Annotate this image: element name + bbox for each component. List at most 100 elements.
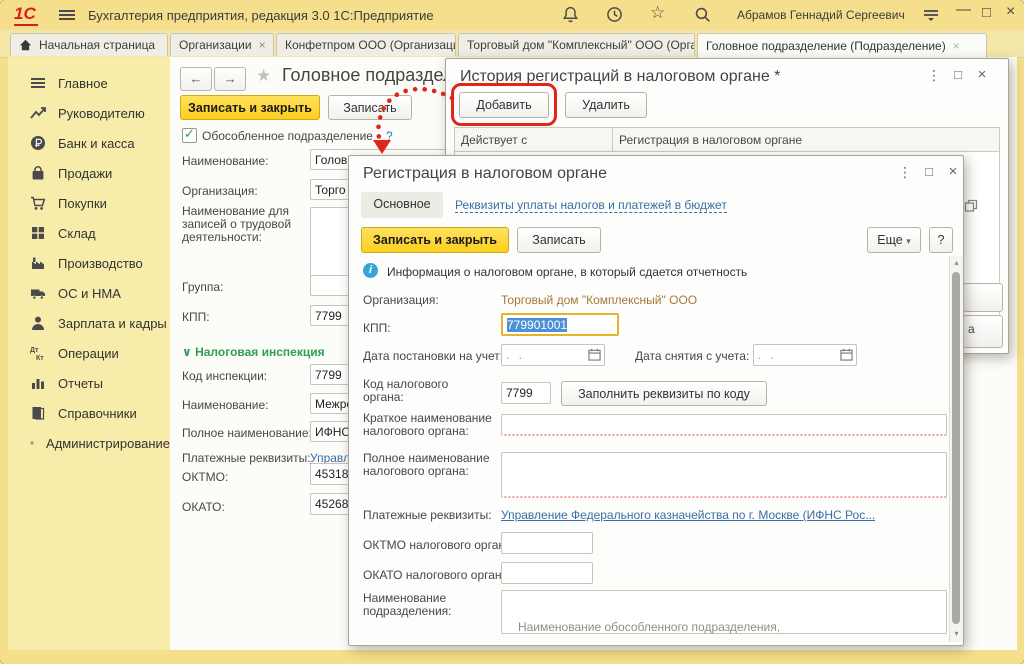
fill-by-code-button[interactable]: Заполнить реквизиты по коду bbox=[561, 381, 767, 406]
sidebar-label: ОС и НМА bbox=[58, 286, 121, 301]
registration-dialog-title: Регистрация в налоговом органе bbox=[363, 165, 607, 183]
sidebar-item-operations[interactable]: ДтКт Операции bbox=[8, 339, 170, 367]
factory-icon bbox=[30, 255, 46, 271]
main-menu-icon[interactable] bbox=[58, 7, 76, 28]
ruble-icon bbox=[30, 135, 46, 151]
maximize-button[interactable]: □ bbox=[982, 4, 991, 21]
bag-icon bbox=[30, 165, 46, 181]
save-button[interactable]: Записать bbox=[328, 95, 412, 120]
date-placeholder: . . bbox=[506, 348, 525, 362]
tab-requisites-link[interactable]: Реквизиты уплаты налогов и платежей в бю… bbox=[455, 198, 727, 213]
info-icon: i bbox=[363, 263, 378, 278]
save-button[interactable]: Записать bbox=[517, 227, 601, 253]
okato-label: ОКАТО налогового органа: bbox=[363, 568, 512, 582]
division-hint-text: Наименование обособленного подразделения… bbox=[349, 620, 949, 634]
close-window-button[interactable]: × bbox=[1006, 3, 1015, 21]
sidebar-item-purchases[interactable]: Покупки bbox=[8, 189, 170, 217]
person-icon bbox=[30, 315, 46, 331]
search-icon[interactable] bbox=[694, 6, 712, 24]
back-button[interactable]: ← bbox=[180, 67, 212, 91]
calendar-icon[interactable] bbox=[588, 348, 601, 364]
dialog-close-icon[interactable]: × bbox=[974, 66, 990, 83]
okato-label: ОКАТО: bbox=[182, 500, 225, 514]
chart-icon bbox=[30, 375, 46, 391]
open-in-window-icon[interactable] bbox=[964, 199, 978, 218]
chevron-down-icon: ∨ bbox=[182, 345, 192, 359]
tab-label: Начальная страница bbox=[39, 38, 155, 52]
favorites-star-icon[interactable]: ☆ bbox=[650, 3, 665, 23]
dialog-maximize-icon[interactable]: □ bbox=[950, 67, 966, 82]
dialog-close-icon[interactable]: × bbox=[945, 163, 961, 180]
column-registration[interactable]: Регистрация в налоговом органе bbox=[613, 128, 999, 151]
column-valid-from[interactable]: Действует с bbox=[455, 128, 613, 151]
short-name-input[interactable] bbox=[501, 414, 947, 436]
favorite-star-icon[interactable]: ★ bbox=[256, 66, 271, 86]
short-name-label: Краткое наименование налогового органа: bbox=[363, 412, 493, 438]
dialog-maximize-icon[interactable]: □ bbox=[921, 164, 937, 179]
oktmo-input[interactable] bbox=[501, 532, 593, 554]
sidebar-label: Администрирование bbox=[46, 436, 170, 451]
dialog-menu-icon[interactable]: ⋮ bbox=[897, 164, 913, 181]
oktmo-label: ОКТМО: bbox=[182, 470, 228, 484]
tab-label: Торговый дом "Комплексный" ООО (Организа… bbox=[467, 38, 695, 52]
sidebar-item-sales[interactable]: Продажи bbox=[8, 159, 170, 187]
tab-close-icon[interactable]: × bbox=[953, 39, 960, 53]
notifications-bell-icon[interactable] bbox=[562, 6, 580, 24]
separate-division-checkbox[interactable]: ✓ bbox=[182, 128, 197, 143]
tab-head-division[interactable]: Головное подразделение (Подразделение) × bbox=[697, 33, 987, 58]
scroll-down-icon[interactable]: ▾ bbox=[950, 629, 963, 638]
delete-button[interactable]: Удалить bbox=[565, 92, 647, 118]
current-user[interactable]: Абрамов Геннадий Сергеевич bbox=[737, 8, 905, 22]
payment-details-link[interactable]: Управление Федерального казначейства по … bbox=[501, 508, 875, 522]
save-close-button[interactable]: Записать и закрыть bbox=[361, 227, 509, 253]
sidebar-item-production[interactable]: Производство bbox=[8, 249, 170, 277]
history-clock-icon[interactable] bbox=[606, 6, 624, 24]
sidebar-label: Покупки bbox=[58, 196, 107, 211]
vertical-scrollbar[interactable]: ▴ ▾ bbox=[949, 256, 963, 642]
organization-label: Организация: bbox=[363, 293, 439, 307]
date-placeholder: . . bbox=[758, 348, 777, 362]
full-name-label: Полное наименование налогового органа: bbox=[363, 452, 493, 478]
registration-date-input[interactable]: . . bbox=[501, 344, 605, 366]
help-mark[interactable]: ? bbox=[386, 129, 393, 143]
sidebar-item-manager[interactable]: Руководителю bbox=[8, 99, 170, 127]
history-table-header[interactable]: Действует с Регистрация в налоговом орга… bbox=[454, 127, 1000, 152]
sidebar-item-bank[interactable]: Банк и касса bbox=[8, 129, 170, 157]
sidebar-item-payroll[interactable]: Зарплата и кадры bbox=[8, 309, 170, 337]
save-close-button[interactable]: Записать и закрыть bbox=[180, 95, 320, 120]
scrollbar-thumb[interactable] bbox=[952, 272, 960, 624]
dialog-menu-icon[interactable]: ⋮ bbox=[926, 67, 942, 84]
minimize-button[interactable]: — bbox=[956, 1, 971, 18]
sidebar-item-warehouse[interactable]: Склад bbox=[8, 219, 170, 247]
gear-icon bbox=[30, 435, 34, 451]
tab-trade-house[interactable]: Торговый дом "Комплексный" ООО (Организа… bbox=[458, 33, 695, 56]
hidden-button-fragment[interactable] bbox=[963, 283, 1003, 312]
tab-organizations[interactable]: Организации × bbox=[170, 33, 274, 56]
tab-close-icon[interactable]: × bbox=[259, 38, 266, 52]
dtkt-icon: ДтКт bbox=[30, 345, 46, 361]
calendar-icon[interactable] bbox=[840, 348, 853, 364]
add-button[interactable]: Добавить bbox=[459, 92, 549, 118]
tab-konfetprom[interactable]: Конфетпром ООО (Организация) × bbox=[276, 33, 456, 56]
kpp-input[interactable]: 779901001 bbox=[501, 313, 619, 336]
okato-input[interactable] bbox=[501, 562, 593, 584]
more-button[interactable]: Еще ▾ bbox=[867, 227, 921, 253]
scroll-up-icon[interactable]: ▴ bbox=[950, 258, 963, 267]
forward-button[interactable]: → bbox=[214, 67, 246, 91]
sidebar-item-administration[interactable]: Администрирование bbox=[8, 429, 170, 457]
tab-main-chip[interactable]: Основное bbox=[361, 192, 443, 218]
home-icon bbox=[19, 39, 32, 51]
full-name-input[interactable] bbox=[501, 452, 947, 498]
tab-home[interactable]: Начальная страница bbox=[10, 33, 168, 56]
help-button[interactable]: ? bbox=[929, 227, 953, 253]
sidebar-item-main[interactable]: Главное bbox=[8, 69, 170, 97]
tax-inspection-section[interactable]: ∨ Налоговая инспекция bbox=[182, 345, 325, 359]
sidebar-item-directories[interactable]: Справочники bbox=[8, 399, 170, 427]
hidden-button-fragment-a[interactable]: а bbox=[963, 315, 1003, 348]
deregistration-date-input[interactable]: . . bbox=[753, 344, 857, 366]
sidebar-item-reports[interactable]: Отчеты bbox=[8, 369, 170, 397]
service-menu-icon[interactable] bbox=[922, 6, 940, 24]
sidebar-item-fixed-assets[interactable]: ОС и НМА bbox=[8, 279, 170, 307]
tax-authority-code-input[interactable]: 7799 bbox=[501, 382, 551, 404]
registration-date-label: Дата постановки на учет: bbox=[363, 349, 503, 363]
